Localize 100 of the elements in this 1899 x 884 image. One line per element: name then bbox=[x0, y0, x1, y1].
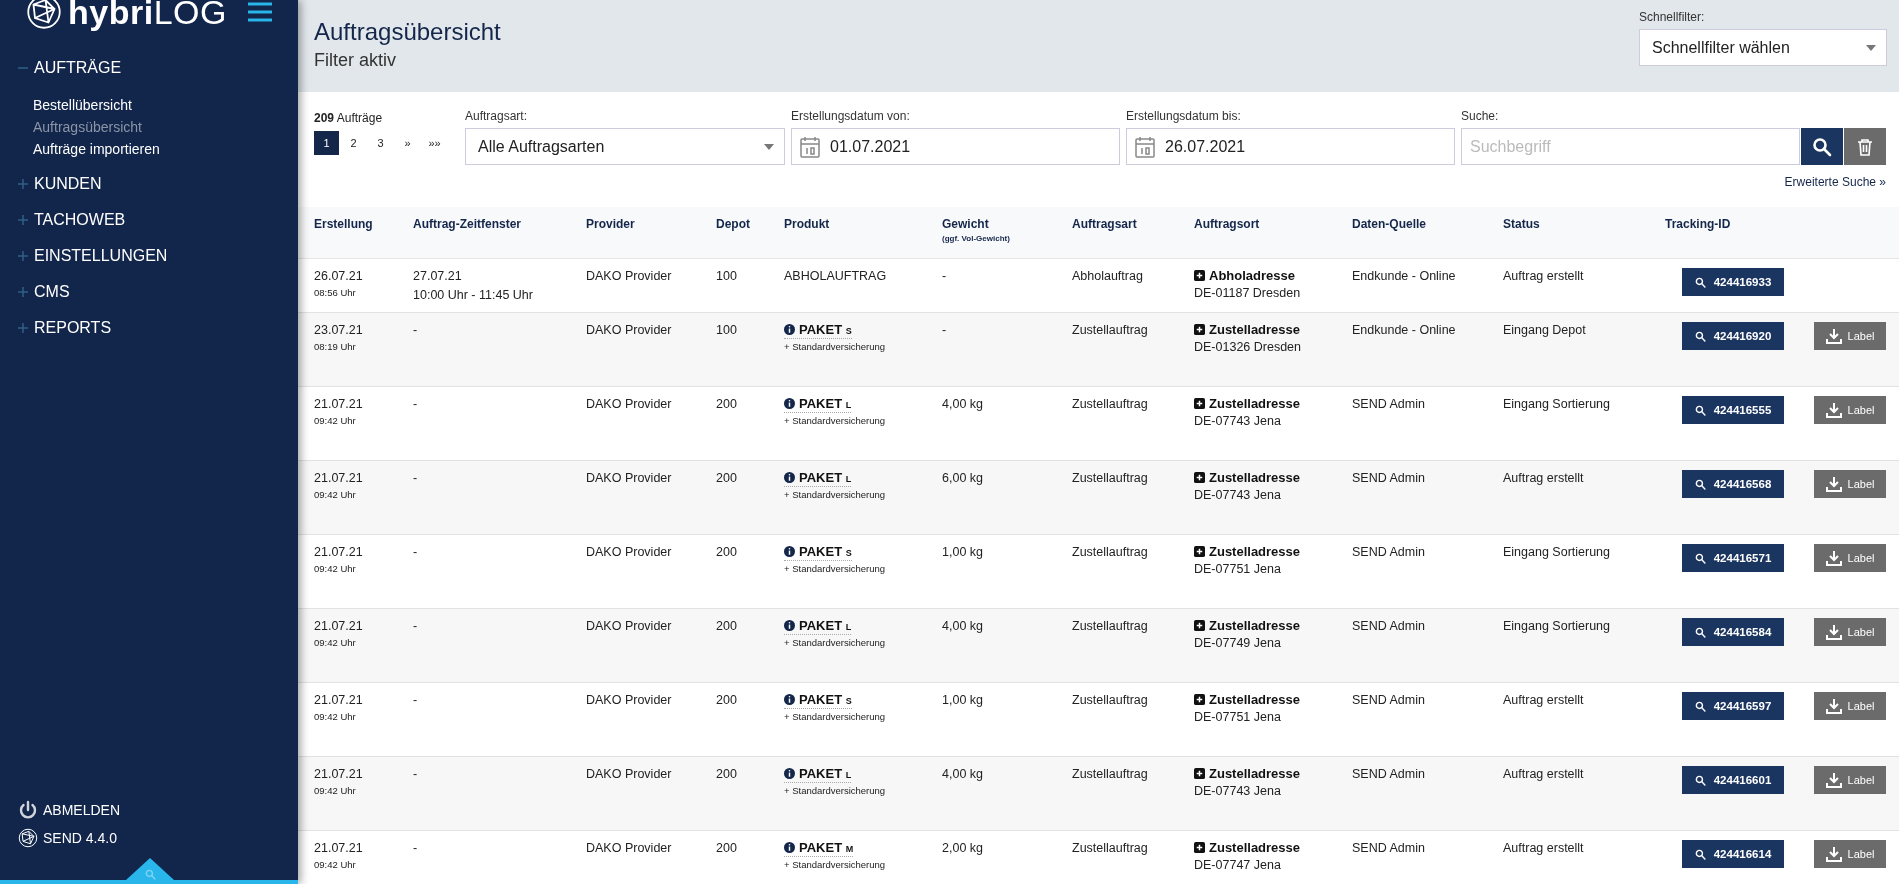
delete-button[interactable] bbox=[1844, 128, 1886, 165]
tracking-button[interactable]: 424416597 bbox=[1682, 692, 1784, 720]
menu-icon[interactable] bbox=[248, 2, 272, 22]
logout-link[interactable]: ABMELDEN bbox=[43, 802, 121, 818]
table-cell-text: 09:42 Uhr bbox=[314, 489, 357, 500]
table-cell-text: DAKO Provider bbox=[586, 268, 673, 285]
label-download-button[interactable]: Label bbox=[1814, 766, 1886, 794]
table-cell-text: DAKO Provider bbox=[586, 840, 673, 857]
address-type: Zustelladresse bbox=[1209, 618, 1301, 633]
table-cell-text: - bbox=[942, 268, 948, 285]
nav-item[interactable]: TACHOWEB bbox=[34, 211, 126, 229]
column-header: Depot bbox=[716, 217, 751, 231]
column-header: Auftrag-Zeitfenster bbox=[413, 217, 522, 231]
table-cell-text: DE-07743 Jena bbox=[1194, 487, 1282, 504]
search-button[interactable] bbox=[1801, 128, 1843, 165]
product-name[interactable]: PAKET S bbox=[784, 692, 852, 709]
power-icon[interactable] bbox=[18, 800, 38, 820]
plus-square-icon bbox=[1194, 842, 1205, 853]
label-download-button[interactable]: Label bbox=[1814, 692, 1886, 720]
plus-square-icon bbox=[1194, 694, 1205, 705]
logo: hybriLOG bbox=[68, 0, 227, 29]
product-addon: + Standardversicherung bbox=[784, 637, 887, 648]
tracking-button[interactable]: 424416614 bbox=[1682, 840, 1784, 868]
tracking-button[interactable]: 424416584 bbox=[1682, 618, 1784, 646]
table-cell-text: 21.07.21 bbox=[314, 692, 364, 709]
table-cell-text: SEND Admin bbox=[1352, 766, 1426, 783]
table-cell-text: - bbox=[413, 618, 419, 635]
label-download-button[interactable]: Label bbox=[1814, 544, 1886, 572]
page-button[interactable]: 3 bbox=[368, 131, 393, 155]
table-cell-text: 2,00 kg bbox=[942, 840, 984, 857]
nav-subitem[interactable]: Aufträge importieren bbox=[33, 138, 160, 160]
nav-item[interactable]: CMS bbox=[34, 283, 70, 301]
page-title: Auftragsübersicht bbox=[314, 18, 501, 46]
plus-square-icon bbox=[1194, 472, 1205, 483]
table-cell-text: Zustellauftrag bbox=[1072, 618, 1149, 635]
date-field[interactable]: 01.07.2021 bbox=[791, 128, 1120, 165]
table-cell-text: 21.07.21 bbox=[314, 766, 364, 783]
tracking-button[interactable]: 424416571 bbox=[1682, 544, 1784, 572]
table-cell-text: Zustellauftrag bbox=[1072, 692, 1149, 709]
table-cell-text: DAKO Provider bbox=[586, 544, 673, 561]
table-cell-text: 1,00 kg bbox=[942, 692, 984, 709]
trash-icon bbox=[1857, 137, 1873, 156]
product-addon: + Standardversicherung bbox=[784, 489, 887, 500]
quickfilter-select[interactable]: Schnellfilter wählen bbox=[1639, 29, 1887, 66]
date-field[interactable]: 26.07.2021 bbox=[1126, 128, 1455, 165]
label-download-button[interactable]: Label bbox=[1814, 840, 1886, 868]
tracking-button[interactable]: 424416555 bbox=[1682, 396, 1784, 424]
page-button[interactable]: » bbox=[395, 131, 420, 155]
globe-network-icon bbox=[18, 828, 38, 848]
nav-subitem[interactable]: Auftragsübersicht bbox=[33, 116, 142, 138]
calendar-icon bbox=[1135, 135, 1155, 158]
field-label: Auftragsart: bbox=[465, 109, 529, 123]
product-name[interactable]: PAKET L bbox=[784, 470, 852, 487]
label-download-button[interactable]: Label bbox=[1814, 470, 1886, 498]
table-cell-text: Auftrag erstellt bbox=[1503, 840, 1585, 857]
nav-item[interactable]: KUNDEN bbox=[34, 175, 102, 193]
column-header: Tracking-ID bbox=[1665, 217, 1732, 231]
table-cell-text: 10:00 Uhr - 11:45 Uhr bbox=[413, 287, 534, 304]
search-field[interactable]: Suchbegriff bbox=[1461, 128, 1800, 165]
table-cell-text: 09:42 Uhr bbox=[314, 415, 357, 426]
tracking-button[interactable]: 424416920 bbox=[1682, 322, 1784, 350]
table-cell-text: SEND Admin bbox=[1352, 618, 1426, 635]
page-button[interactable]: 2 bbox=[341, 131, 366, 155]
product-name[interactable]: PAKET S bbox=[784, 544, 852, 561]
download-icon bbox=[1825, 328, 1842, 344]
table-cell-text: 21.07.21 bbox=[314, 618, 364, 635]
page-button[interactable]: »» bbox=[422, 131, 447, 155]
table-cell-text: 26.07.21 bbox=[314, 268, 364, 285]
table-cell-text: Auftrag erstellt bbox=[1503, 268, 1585, 285]
label-download-button[interactable]: Label bbox=[1814, 322, 1886, 350]
nav-subitem[interactable]: Bestellübersicht bbox=[33, 94, 132, 116]
tracking-button[interactable]: 424416933 bbox=[1682, 268, 1784, 296]
table-cell-text: DE-07743 Jena bbox=[1194, 783, 1282, 800]
label-download-button[interactable]: Label bbox=[1814, 618, 1886, 646]
order-type-select[interactable]: Alle Auftragsarten bbox=[465, 128, 785, 165]
download-icon bbox=[1825, 624, 1842, 640]
nav-item[interactable]: REPORTS bbox=[34, 319, 112, 337]
advanced-search-link[interactable]: Erweiterte Suche » bbox=[1784, 175, 1886, 189]
product-name[interactable]: PAKET L bbox=[784, 766, 852, 783]
search-icon bbox=[1694, 404, 1706, 416]
nav-item[interactable]: AUFTRÄGE bbox=[34, 59, 122, 77]
product-name[interactable]: PAKET M bbox=[784, 840, 854, 857]
tracking-button[interactable]: 424416568 bbox=[1682, 470, 1784, 498]
page-button[interactable]: 1 bbox=[314, 131, 339, 155]
table-cell-text: 6,00 kg bbox=[942, 470, 984, 487]
table-cell-text: DE-01187 Dresden bbox=[1194, 285, 1302, 302]
table-cell-text: 21.07.21 bbox=[314, 470, 364, 487]
calendar-icon bbox=[800, 135, 820, 158]
product-name[interactable]: PAKET L bbox=[784, 618, 852, 635]
nav-item[interactable]: EINSTELLUNGEN bbox=[34, 247, 168, 265]
label-download-button[interactable]: Label bbox=[1814, 396, 1886, 424]
product-name[interactable]: PAKET L bbox=[784, 396, 852, 413]
table-cell-text: 23.07.21 bbox=[314, 322, 364, 339]
tracking-button[interactable]: 424416601 bbox=[1682, 766, 1784, 794]
table-cell-text: 200 bbox=[716, 470, 738, 487]
table-cell-text: Zustellauftrag bbox=[1072, 470, 1149, 487]
table-cell-text: DE-07749 Jena bbox=[1194, 635, 1282, 652]
product-name[interactable]: PAKET S bbox=[784, 322, 852, 339]
table-cell-text: Zustellauftrag bbox=[1072, 544, 1149, 561]
table-cell-text: Eingang Sortierung bbox=[1503, 618, 1612, 635]
